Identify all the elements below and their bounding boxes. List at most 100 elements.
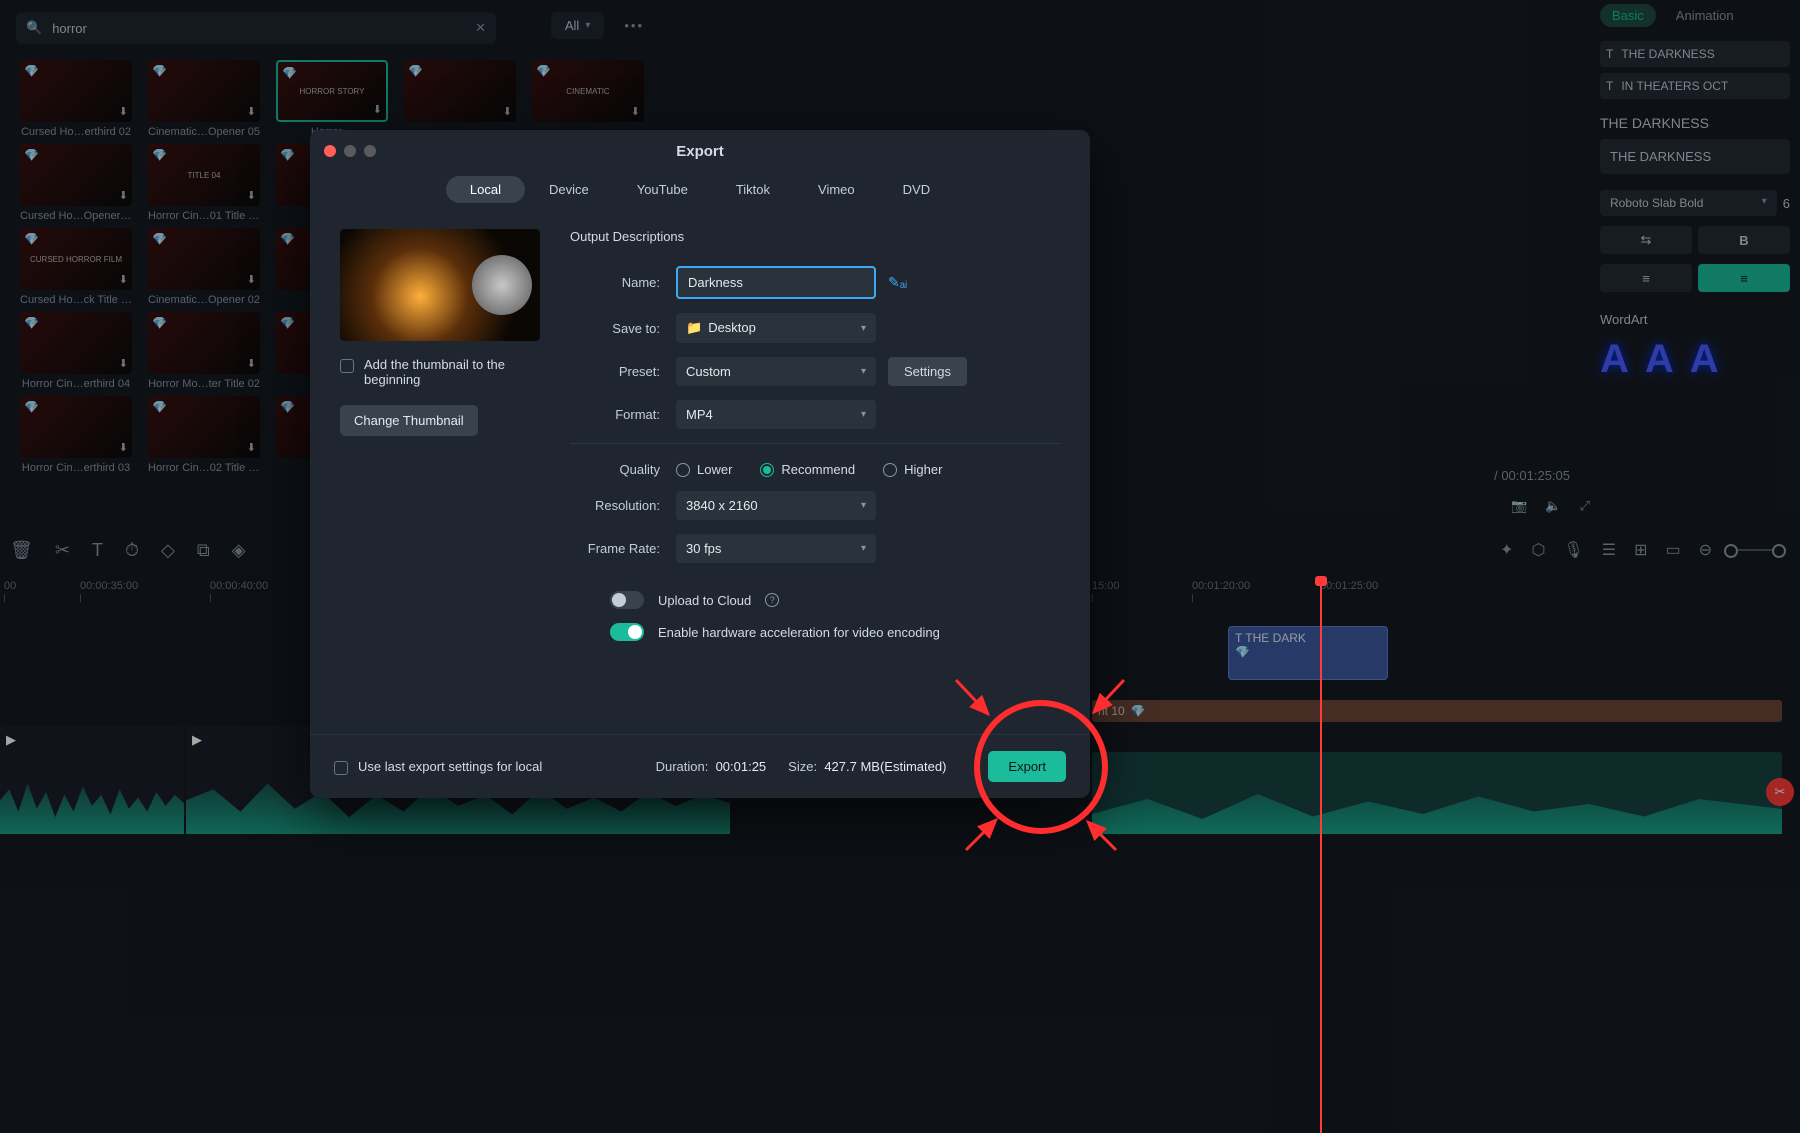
template-thumbnail[interactable]: 💎⬇ [148,228,260,290]
template-item[interactable]: 💎⬇Cursed Ho…erthird 02 [16,60,136,138]
snap-icon[interactable]: ✦ [1500,540,1513,560]
delete-icon[interactable]: 🗑 [10,540,33,561]
change-thumbnail-button[interactable]: Change Thumbnail [340,405,478,436]
clear-icon[interactable]: ✕ [475,20,486,36]
mute-icon[interactable]: 🔈 [1545,498,1561,514]
download-icon[interactable]: ⬇ [119,273,128,286]
download-icon[interactable]: ⬇ [119,105,128,118]
maximize-button[interactable] [364,145,376,157]
playhead[interactable] [1320,580,1322,1133]
template-item[interactable]: 💎⬇Horror Mo…ter Title 02 [144,312,264,390]
export-tab-tiktok[interactable]: Tiktok [712,176,794,203]
fullscreen-icon[interactable]: ⤢ [1580,498,1590,514]
auto-icon[interactable]: ⊞ [1634,540,1647,560]
template-thumbnail[interactable]: 💎⬇ [20,312,132,374]
quality-higher-radio[interactable]: Higher [883,462,942,477]
template-thumbnail[interactable]: 💎⬇ [148,312,260,374]
zoom-out-icon[interactable]: ⊖ [1699,540,1712,560]
search-input[interactable] [52,21,465,36]
template-item[interactable]: 💎TITLE 04⬇Horror Cin…01 Title 04 [144,144,264,222]
video-clip-3[interactable] [1092,752,1782,834]
tab-animation[interactable]: Animation [1676,4,1734,27]
download-icon[interactable]: ⬇ [247,273,256,286]
filter-select[interactable]: All▾ [551,12,604,39]
template-thumbnail[interactable]: 💎TITLE 04⬇ [148,144,260,206]
template-item[interactable]: 💎⬇ [400,60,520,138]
wordart-preset-2[interactable]: A [1645,337,1674,382]
snapshot-icon[interactable]: 📷 [1511,498,1527,514]
template-item[interactable]: 💎CINEMATIC⬇ [528,60,648,138]
group-icon[interactable]: ⧉ [197,540,210,561]
template-thumbnail[interactable]: 💎⬇ [404,60,516,122]
ripple-cut-icon[interactable]: ✂ [1766,778,1794,806]
download-icon[interactable]: ⬇ [503,105,512,118]
text-tool-icon[interactable]: T [92,540,103,561]
export-tab-device[interactable]: Device [525,176,613,203]
marker-icon[interactable]: ⬡ [1531,540,1545,560]
help-icon[interactable]: ? [765,593,779,607]
download-icon[interactable]: ⬇ [631,105,640,118]
settings-button[interactable]: Settings [888,357,967,386]
download-icon[interactable]: ⬇ [119,357,128,370]
cut-icon[interactable]: ✂ [55,540,70,561]
template-thumbnail[interactable]: 💎⬇ [148,60,260,122]
close-button[interactable] [324,145,336,157]
video-clip-1[interactable]: ▶ [0,726,184,834]
speed-icon[interactable]: ⏱ [125,540,139,561]
template-item[interactable]: 💎⬇Horror Cin…erthird 03 [16,396,136,474]
title-clip[interactable]: T THE DARK 💎 [1228,626,1388,680]
template-item[interactable]: 💎⬇Horror Cin…erthird 04 [16,312,136,390]
export-tab-youtube[interactable]: YouTube [613,176,712,203]
title-text-input[interactable]: THE DARKNESS [1600,139,1790,174]
download-icon[interactable]: ⬇ [373,103,382,116]
align-center-button[interactable]: ≡ [1698,264,1790,292]
fit-icon[interactable]: ▭ [1665,540,1680,560]
template-item[interactable]: 💎⬇Horror Cin…02 Title 01 [144,396,264,474]
align-tool-a[interactable]: ⇆ [1600,226,1692,254]
keyframe-icon[interactable]: ◈ [232,540,246,561]
font-select[interactable]: Roboto Slab Bold▾ [1600,190,1777,216]
wordart-preset-3[interactable]: A [1690,337,1719,382]
minimize-button[interactable] [344,145,356,157]
bold-button[interactable]: B [1698,226,1790,254]
template-item[interactable]: 💎⬇Cinematic…Opener 02 [144,228,264,306]
template-item[interactable]: 💎⬇Cinematic…Opener 05 [144,60,264,138]
format-select[interactable]: MP4▾ [676,400,876,429]
framerate-select[interactable]: 30 fps▾ [676,534,876,563]
resolution-select[interactable]: 3840 x 2160▾ [676,491,876,520]
quality-recommend-radio[interactable]: Recommend [760,462,855,477]
name-input[interactable] [676,266,876,299]
align-left-button[interactable]: ≡ [1600,264,1692,292]
text-layer-item[interactable]: TTHE DARKNESS [1600,41,1790,67]
template-thumbnail[interactable]: 💎CURSED HORROR FILM⬇ [20,228,132,290]
more-icon[interactable]: ••• [624,18,644,33]
template-thumbnail[interactable]: 💎⬇ [148,396,260,458]
voiceover-icon[interactable]: 🎙 [1563,540,1583,560]
template-thumbnail[interactable]: 💎HORROR STORY⬇ [276,60,388,122]
download-icon[interactable]: ⬇ [247,189,256,202]
use-last-settings-checkbox[interactable] [334,761,348,775]
preset-select[interactable]: Custom▾ [676,357,876,386]
export-tab-local[interactable]: Local [446,176,525,203]
template-item[interactable]: 💎HORROR STORY⬇Horror… [272,60,392,138]
download-icon[interactable]: ⬇ [119,189,128,202]
download-icon[interactable]: ⬇ [247,105,256,118]
ai-rename-icon[interactable]: ✎ₐᵢ [888,274,907,291]
thumbnail-checkbox[interactable] [340,359,354,373]
wordart-preset-1[interactable]: A [1600,337,1629,382]
download-icon[interactable]: ⬇ [247,357,256,370]
download-icon[interactable]: ⬇ [247,441,256,454]
mixer-icon[interactable]: ☰ [1602,540,1616,560]
template-thumbnail[interactable]: 💎⬇ [20,396,132,458]
template-thumbnail[interactable]: 💎⬇ [20,144,132,206]
download-icon[interactable]: ⬇ [119,441,128,454]
template-thumbnail[interactable]: 💎CINEMATIC⬇ [532,60,644,122]
save-to-select[interactable]: 📁Desktop ▾ [676,313,876,343]
template-thumbnail[interactable]: 💎⬇ [20,60,132,122]
text-layer-item[interactable]: TIN THEATERS OCT [1600,73,1790,99]
hardware-accel-toggle[interactable] [610,623,644,641]
zoom-slider[interactable] [1730,549,1780,551]
quality-lower-radio[interactable]: Lower [676,462,732,477]
export-tab-vimeo[interactable]: Vimeo [794,176,879,203]
tab-basic[interactable]: Basic [1600,4,1656,27]
